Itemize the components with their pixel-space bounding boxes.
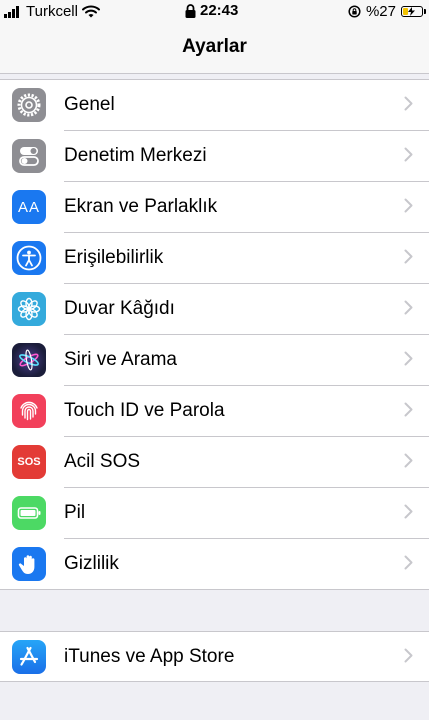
- row-label: Erişilebilirlik: [64, 247, 164, 268]
- flower-icon: [12, 292, 46, 326]
- settings-row-duvar-kagidi[interactable]: Duvar Kâğıdı: [0, 284, 429, 335]
- chevron-right-icon: [404, 504, 413, 519]
- siri-icon: [12, 343, 46, 377]
- row-label: Siri ve Arama: [64, 349, 177, 370]
- settings-group-main: Genel Denetim Merkezi AA Ekran ve Parlak…: [0, 79, 429, 590]
- wifi-icon: [81, 5, 100, 18]
- chevron-right-icon: [404, 198, 413, 213]
- chevron-right-icon: [404, 351, 413, 366]
- settings-row-gizlilik[interactable]: Gizlilik: [0, 539, 429, 590]
- row-label: Ekran ve Parlaklık: [64, 196, 218, 217]
- chevron-right-icon: [404, 249, 413, 264]
- row-label: Pil: [64, 502, 86, 523]
- chevron-right-icon: [404, 648, 413, 663]
- chevron-right-icon: [404, 402, 413, 417]
- settings-group-stores: iTunes ve App Store: [0, 631, 429, 682]
- chevron-right-icon: [404, 555, 413, 570]
- row-label: Acil SOS: [64, 451, 141, 472]
- fingerprint-icon: [12, 394, 46, 428]
- chevron-right-icon: [404, 300, 413, 315]
- row-label: iTunes ve App Store: [64, 646, 235, 667]
- row-label: Denetim Merkezi: [64, 145, 207, 166]
- status-right: %27: [348, 3, 426, 20]
- accessibility-icon: [12, 241, 46, 275]
- chevron-right-icon: [404, 453, 413, 468]
- settings-row-denetim-merkezi[interactable]: Denetim Merkezi: [0, 131, 429, 182]
- page-title: Ayarlar: [182, 36, 247, 57]
- settings-row-pil[interactable]: Pil: [0, 488, 429, 539]
- settings-row-ekran-ve-parlaklik[interactable]: AA Ekran ve Parlaklık: [0, 182, 429, 233]
- status-center: 22:43: [185, 2, 238, 19]
- hand-icon: [12, 547, 46, 581]
- row-label: Duvar Kâğıdı: [64, 298, 175, 319]
- settings-row-erisilebilirlik[interactable]: Erişilebilirlik: [0, 233, 429, 284]
- battery-percentage: %27: [365, 3, 396, 20]
- battery-icon: [401, 6, 426, 17]
- lock-icon: [185, 3, 196, 18]
- row-label: Genel: [64, 94, 115, 115]
- toggle-switches-icon: [12, 139, 46, 173]
- text-size-icon: AA: [12, 190, 46, 224]
- navigation-bar: Ayarlar: [0, 22, 429, 74]
- app-store-icon: [12, 640, 46, 674]
- chevron-right-icon: [404, 96, 413, 111]
- settings-row-acil-sos[interactable]: SOS Acil SOS: [0, 437, 429, 488]
- carrier-name: Turkcell: [26, 3, 78, 20]
- settings-row-itunes-ve-app-store[interactable]: iTunes ve App Store: [0, 632, 429, 683]
- settings-row-siri-ve-arama[interactable]: Siri ve Arama: [0, 335, 429, 386]
- settings-row-genel[interactable]: Genel: [0, 80, 429, 131]
- chevron-right-icon: [404, 147, 413, 162]
- status-left: Turkcell: [4, 3, 100, 20]
- battery-icon: [12, 496, 46, 530]
- sos-icon: SOS: [12, 445, 46, 479]
- signal-strength-icon: [4, 5, 19, 18]
- gear-icon: [12, 88, 46, 122]
- row-label: Touch ID ve Parola: [64, 400, 225, 421]
- clock: 22:43: [200, 2, 239, 19]
- settings-row-touch-id-ve-parola[interactable]: Touch ID ve Parola: [0, 386, 429, 437]
- status-bar: Turkcell 22:43 %27: [0, 0, 429, 22]
- rotation-lock-icon: [348, 5, 361, 18]
- row-label: Gizlilik: [64, 553, 119, 574]
